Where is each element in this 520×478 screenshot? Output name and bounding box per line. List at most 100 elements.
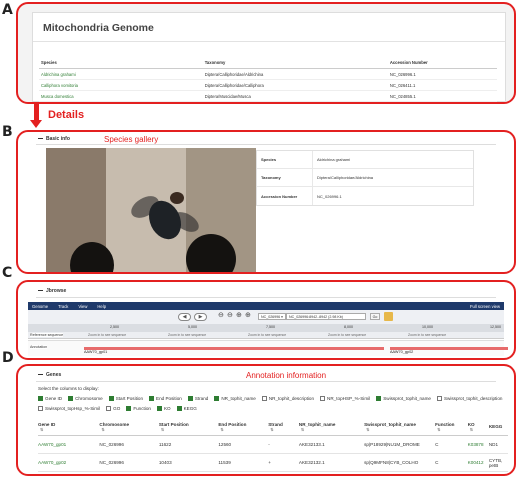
column-toggle[interactable]: Swissprot_tophit_description bbox=[436, 396, 502, 401]
ruler-tick: 5,000 bbox=[188, 325, 197, 329]
function-cell: C bbox=[435, 460, 439, 465]
sort-icon[interactable]: ⇅ bbox=[40, 427, 99, 432]
checkbox[interactable] bbox=[376, 396, 382, 401]
column-toggle[interactable]: End Position bbox=[149, 396, 182, 401]
sort-icon[interactable]: ⇅ bbox=[470, 427, 489, 432]
checkbox[interactable] bbox=[187, 396, 193, 401]
column-header[interactable]: NR_tophit_name ⇅ bbox=[299, 422, 364, 432]
refseq-select[interactable]: NC_026996 ▾ bbox=[258, 313, 286, 320]
column-toggle[interactable]: Function bbox=[126, 406, 151, 411]
ko-link[interactable]: K00412 bbox=[468, 460, 489, 465]
menu-view[interactable]: View bbox=[78, 304, 87, 309]
column-header-taxonomy[interactable]: Taxonomy bbox=[205, 60, 390, 65]
zoom-out-icon[interactable]: ⊖ bbox=[218, 312, 224, 320]
kegg-cell: CYTB, petB bbox=[488, 457, 503, 468]
sort-icon[interactable]: ⇅ bbox=[270, 427, 299, 432]
checkbox-label: Swissprot_tophit_name bbox=[383, 396, 431, 401]
gene-feature[interactable] bbox=[84, 347, 384, 350]
checkbox-label: KO bbox=[163, 406, 171, 411]
sort-icon[interactable]: ⇅ bbox=[220, 427, 268, 432]
fullscreen-link[interactable]: Full screen view bbox=[470, 304, 504, 309]
sort-icon[interactable]: ⇅ bbox=[101, 427, 158, 432]
column-toggle[interactable]: Strand bbox=[187, 396, 208, 401]
column-header[interactable]: Chromosome ⇅ bbox=[99, 422, 158, 432]
jbrowse-header[interactable]: Jbrowse bbox=[38, 288, 66, 294]
checkbox[interactable] bbox=[106, 406, 112, 411]
taxonomy-cell: Diptera/Calliphoridae/Calliphora bbox=[204, 82, 264, 88]
gene-id-link[interactable]: AAW70_gp01 bbox=[38, 442, 99, 447]
checkbox[interactable] bbox=[176, 406, 182, 411]
column-toggle[interactable]: NR_tophit_name bbox=[214, 396, 256, 401]
gene-id-link[interactable]: AAW70_gp02 bbox=[38, 460, 99, 465]
pan-right-icon[interactable]: ▶ bbox=[194, 313, 207, 321]
column-header[interactable]: Strand ⇅ bbox=[268, 422, 299, 432]
sort-icon[interactable]: ⇅ bbox=[161, 427, 218, 432]
table-header: Species Taxonomy Accession Number bbox=[39, 57, 497, 69]
checkbox[interactable] bbox=[261, 396, 267, 401]
checkbox[interactable] bbox=[214, 396, 220, 401]
swissprot-cell: sp|P18929|NU1M_DROME bbox=[364, 442, 420, 447]
track-label-refseq[interactable]: Reference sequence bbox=[30, 333, 64, 337]
species-link[interactable]: Calliphora vomitoria bbox=[39, 83, 205, 88]
highlight-icon[interactable] bbox=[384, 312, 393, 321]
column-header[interactable]: Swissprot_tophit_name ⇅ bbox=[364, 422, 435, 432]
ruler-tick: 12,500 bbox=[490, 325, 501, 329]
checkbox[interactable] bbox=[38, 406, 43, 411]
column-header[interactable]: Function ⇅ bbox=[435, 422, 468, 432]
reference-sequence-track: Reference sequence Zoom in to see sequen… bbox=[28, 332, 504, 339]
column-toggle[interactable]: GO bbox=[106, 406, 120, 411]
jbrowse-ruler[interactable]: 2,500 5,000 7,500 8,000 10,000 12,500 bbox=[28, 324, 504, 332]
checkbox-label: Function bbox=[133, 406, 151, 411]
divider bbox=[36, 381, 496, 382]
checkbox[interactable] bbox=[38, 396, 43, 401]
zoom-in-small-icon[interactable]: ⊕ bbox=[236, 312, 242, 320]
column-toggle[interactable]: Gene ID bbox=[38, 396, 62, 401]
genes-header[interactable]: Genes bbox=[38, 372, 61, 378]
checkbox[interactable] bbox=[156, 406, 162, 411]
location-input[interactable]: NC_026996:8942..8942 (2.98 Kb) bbox=[286, 313, 366, 320]
column-toggle[interactable]: NR_topHSP_%-Simil bbox=[320, 396, 370, 401]
zoom-out-small-icon[interactable]: ⊖ bbox=[227, 312, 233, 320]
checkbox[interactable] bbox=[149, 396, 155, 401]
pan-left-icon[interactable]: ◀ bbox=[178, 313, 191, 321]
column-toggle[interactable]: Swissprot_topHsp_%-Simil bbox=[38, 406, 100, 411]
basic-info-header[interactable]: Basic info bbox=[38, 136, 70, 142]
column-header[interactable]: Gene ID ⇅ bbox=[38, 422, 99, 432]
menu-track[interactable]: Track bbox=[58, 304, 68, 309]
checkbox-label: NR_tophit_description bbox=[268, 396, 315, 401]
species-link[interactable]: Aldrichina grahami bbox=[39, 72, 205, 77]
column-header[interactable]: KO ⇅ bbox=[468, 422, 489, 432]
checkbox[interactable] bbox=[436, 396, 442, 401]
column-toggle[interactable]: KEGG bbox=[176, 406, 197, 411]
zoom-note: Zoom in to see sequence bbox=[88, 333, 127, 337]
sort-icon[interactable]: ⇅ bbox=[437, 427, 468, 432]
checkbox[interactable] bbox=[108, 396, 114, 401]
column-toggle[interactable]: NR_tophit_description bbox=[261, 396, 315, 401]
species-link[interactable]: Musca domestica bbox=[39, 94, 205, 99]
sort-icon[interactable]: ⇅ bbox=[366, 427, 435, 432]
column-header[interactable]: Start Position ⇅ bbox=[159, 422, 218, 432]
column-header[interactable]: End Position ⇅ bbox=[218, 422, 268, 432]
column-toggle[interactable]: KO bbox=[156, 406, 171, 411]
checkbox[interactable] bbox=[68, 396, 74, 401]
annotation-caption: Annotation information bbox=[246, 371, 327, 380]
checkbox[interactable] bbox=[126, 406, 132, 411]
column-toggle[interactable]: Chromosome bbox=[68, 396, 103, 401]
info-value: Diptera/Calliphoridae/Aldrichina bbox=[317, 175, 374, 180]
go-button[interactable]: Go bbox=[370, 313, 380, 320]
ko-link[interactable]: K03878 bbox=[468, 442, 489, 447]
track-label-annotation[interactable]: Annotation bbox=[30, 345, 48, 349]
sort-icon[interactable]: ⇅ bbox=[301, 427, 364, 432]
menu-help[interactable]: Help bbox=[97, 304, 106, 309]
column-header-species[interactable]: Species bbox=[39, 60, 205, 65]
divider bbox=[33, 41, 505, 42]
checkbox[interactable] bbox=[320, 396, 326, 401]
panel-letter-c: C bbox=[2, 265, 13, 281]
column-header-accession[interactable]: Accession Number bbox=[390, 60, 497, 65]
zoom-in-icon[interactable]: ⊕ bbox=[245, 312, 251, 320]
column-toggle[interactable]: Swissprot_tophit_name bbox=[376, 396, 431, 401]
column-toggle[interactable]: Start Position bbox=[108, 396, 143, 401]
column-toggle-row: Swissprot_topHsp_%-Simil GO Function KO … bbox=[38, 406, 197, 411]
column-header[interactable]: KEGG bbox=[489, 424, 508, 429]
menu-genome[interactable]: Genome bbox=[32, 304, 48, 309]
